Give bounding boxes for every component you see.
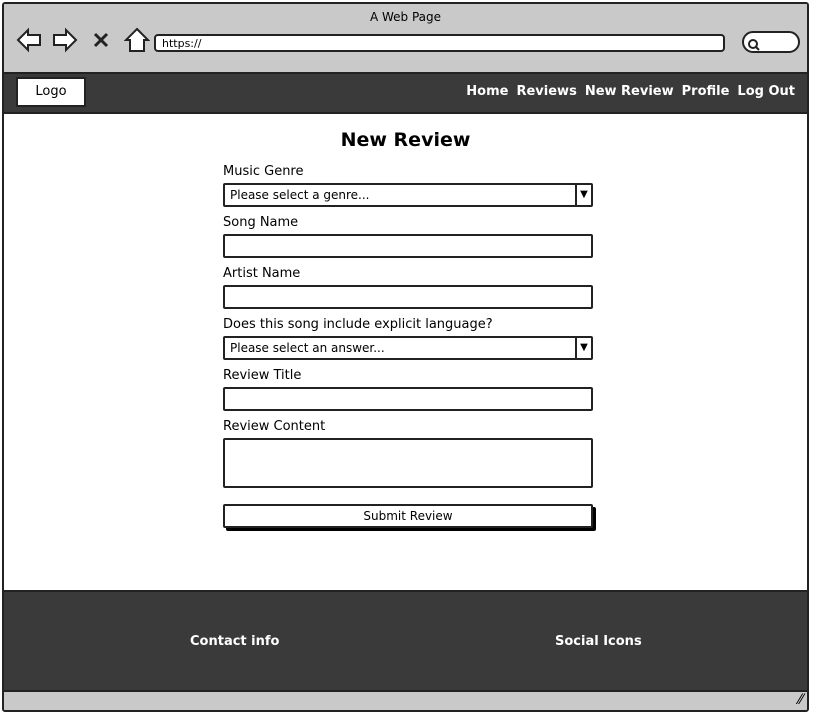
- song-input[interactable]: [223, 234, 593, 258]
- page-title: New Review: [340, 129, 471, 151]
- site-header: Logo Home Reviews New Review Profile Log…: [4, 74, 807, 114]
- browser-window: A Web Page https:// Logo Home Reviews Ne…: [2, 2, 809, 712]
- chevron-down-icon: ▼: [575, 185, 591, 205]
- browser-nav: [14, 26, 152, 54]
- explicit-select[interactable]: Please select an answer... ▼: [223, 336, 593, 360]
- genre-label: Music Genre: [223, 164, 304, 179]
- explicit-label: Does this song include explicit language…: [223, 317, 493, 332]
- search-button[interactable]: [742, 31, 800, 53]
- forward-icon[interactable]: [50, 26, 80, 54]
- explicit-value: Please select an answer...: [230, 341, 385, 355]
- status-bar: ⁄⁄: [4, 690, 807, 710]
- nav-profile[interactable]: Profile: [682, 84, 730, 99]
- back-icon[interactable]: [14, 26, 44, 54]
- home-icon[interactable]: [122, 26, 152, 54]
- resize-grip-icon[interactable]: ⁄⁄: [798, 692, 803, 708]
- nav-log-out[interactable]: Log Out: [737, 84, 795, 99]
- review-form: Music Genre Please select a genre... ▼ S…: [223, 164, 593, 528]
- main-content: New Review Music Genre Please select a g…: [4, 114, 807, 590]
- submit-review-button[interactable]: Submit Review: [223, 504, 593, 528]
- genre-value: Please select a genre...: [230, 188, 370, 202]
- genre-select[interactable]: Please select a genre... ▼: [223, 183, 593, 207]
- review-title-label: Review Title: [223, 368, 302, 383]
- chevron-down-icon: ▼: [575, 338, 591, 358]
- contact-info: Contact info: [190, 634, 280, 649]
- nav-new-review[interactable]: New Review: [585, 84, 674, 99]
- logo[interactable]: Logo: [16, 77, 86, 107]
- review-content-textarea[interactable]: [223, 438, 593, 488]
- browser-chrome: A Web Page https://: [4, 4, 807, 74]
- site-footer: Contact info Social Icons: [4, 590, 807, 690]
- review-content-label: Review Content: [223, 419, 326, 434]
- social-icons: Social Icons: [555, 634, 642, 649]
- review-title-input[interactable]: [223, 387, 593, 411]
- main-nav: Home Reviews New Review Profile Log Out: [466, 84, 795, 99]
- artist-input[interactable]: [223, 285, 593, 309]
- nav-reviews[interactable]: Reviews: [516, 84, 576, 99]
- window-title: A Web Page: [369, 10, 442, 24]
- song-label: Song Name: [223, 215, 299, 230]
- nav-home[interactable]: Home: [466, 84, 508, 99]
- close-icon[interactable]: [86, 26, 116, 54]
- address-bar[interactable]: https://: [154, 34, 725, 52]
- search-icon: [748, 36, 760, 55]
- artist-label: Artist Name: [223, 266, 301, 281]
